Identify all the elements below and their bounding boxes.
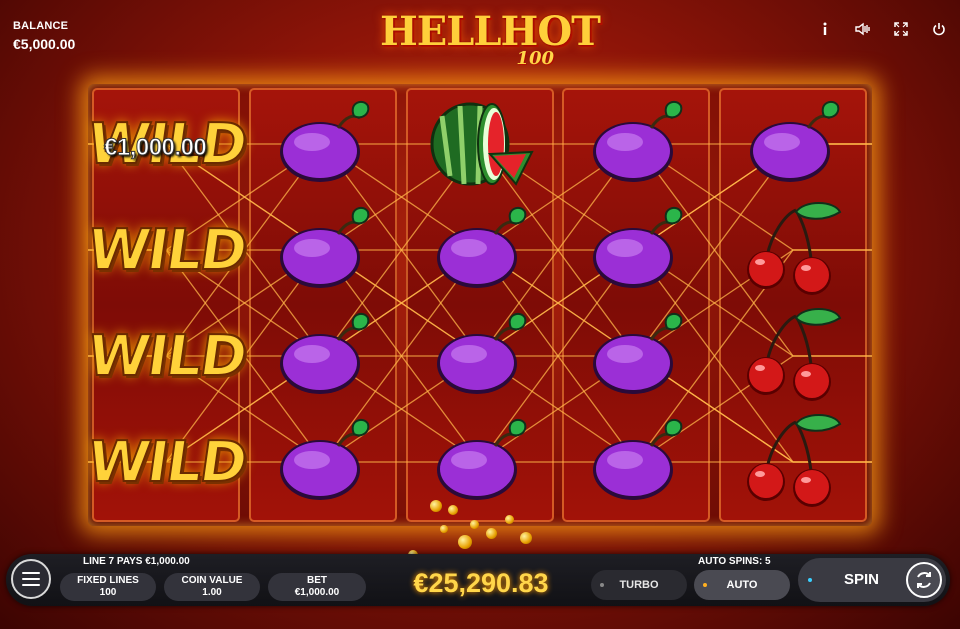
plum-icon — [253, 410, 393, 514]
coin-icon — [430, 500, 442, 512]
spin-indicator — [808, 578, 812, 582]
logo-subtitle: 100 — [516, 48, 554, 69]
wild-symbol: WILD — [82, 304, 250, 408]
plum-icon — [410, 304, 550, 408]
coin-value-selector[interactable]: COIN VALUE 1.00 — [164, 573, 260, 601]
plum-icon — [566, 198, 706, 302]
coin-icon — [470, 520, 479, 529]
plum-icon — [566, 304, 706, 408]
plum-icon — [410, 410, 550, 514]
coin-icon — [458, 535, 472, 549]
coin-icon — [440, 525, 448, 533]
reels-area: WILD €1,000.00 WILD WILD WILD — [82, 84, 872, 526]
plum-icon — [410, 198, 550, 302]
balance-label: BALANCE — [13, 20, 69, 32]
wild-symbol: WILD €1,000.00 — [82, 92, 250, 196]
wild-label: WILD — [82, 429, 250, 496]
turbo-label: TURBO — [619, 579, 659, 591]
power-icon[interactable] — [930, 20, 948, 38]
coin-icon — [520, 532, 532, 544]
cherries-icon — [723, 410, 863, 514]
bet-label: BET — [307, 575, 327, 586]
auto-toggle[interactable]: AUTO — [694, 570, 790, 600]
fixed-lines-display: FIXED LINES 100 — [60, 573, 156, 601]
wild-label: WILD — [82, 323, 250, 390]
wild-symbol: WILD — [82, 410, 250, 514]
hamburger-icon — [22, 572, 40, 574]
fixed-lines-value: 100 — [99, 587, 117, 598]
control-bar: LINE 7 PAYS €1,000.00 FIXED LINES 100 CO… — [6, 554, 950, 606]
win-amount: €25,290.83 — [413, 568, 549, 598]
spin-label: SPIN — [844, 571, 880, 588]
plum-icon — [566, 410, 706, 514]
coin-value-value: 1.00 — [202, 587, 222, 598]
cherries-icon — [723, 198, 863, 302]
top-toolbar — [816, 20, 948, 38]
watermelon-icon — [410, 92, 550, 196]
coin-value-label: COIN VALUE — [181, 575, 243, 586]
cherries-icon — [723, 304, 863, 408]
balance-value: €5,000.00 — [13, 36, 76, 52]
plum-icon — [253, 92, 393, 196]
coin-icon — [486, 528, 497, 539]
fullscreen-icon[interactable] — [892, 20, 910, 38]
line-pays-text: LINE 7 PAYS €1,000.00 — [83, 556, 190, 567]
auto-indicator — [703, 583, 707, 587]
bet-value: €1,000.00 — [294, 587, 340, 598]
menu-button[interactable] — [11, 559, 51, 599]
plum-icon — [723, 92, 863, 196]
plum-icon — [566, 92, 706, 196]
game-logo: HELLHOT 100 — [380, 10, 601, 74]
auto-label: AUTO — [726, 579, 758, 591]
turbo-toggle[interactable]: TURBO — [591, 570, 687, 600]
wild-symbol: WILD — [82, 198, 250, 302]
info-icon[interactable] — [816, 20, 834, 38]
plum-icon — [253, 198, 393, 302]
wild-label: WILD — [82, 217, 250, 284]
auto-spins-counter: AUTO SPINS: 5 — [698, 556, 771, 567]
spin-icon — [906, 562, 942, 598]
fixed-lines-label: FIXED LINES — [77, 575, 139, 586]
sound-icon[interactable] — [854, 20, 872, 38]
coin-icon — [505, 515, 514, 524]
balance-panel: BALANCE €5,000.00 — [13, 20, 75, 52]
turbo-indicator — [600, 583, 604, 587]
bet-selector[interactable]: BET €1,000.00 — [268, 573, 366, 601]
plum-icon — [253, 304, 393, 408]
spin-button[interactable]: SPIN — [798, 558, 946, 602]
wild-prize-amount: €1,000.00 — [103, 134, 207, 162]
coin-icon — [448, 505, 458, 515]
